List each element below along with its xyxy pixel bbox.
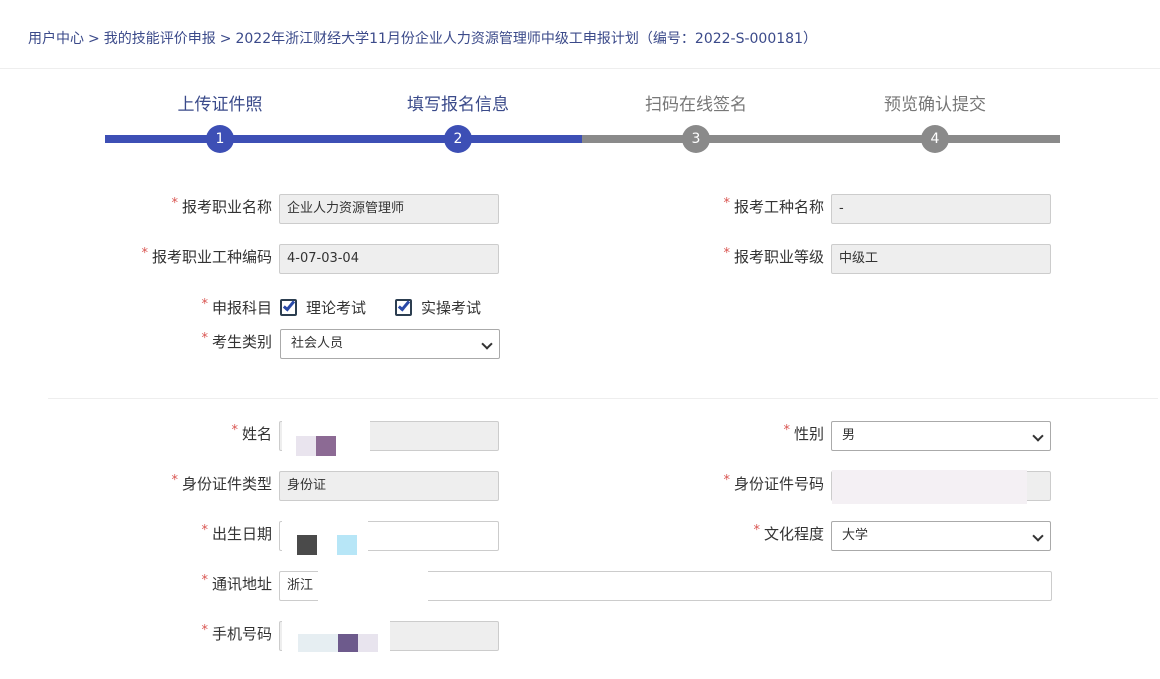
address-label: * 通讯地址 bbox=[201, 573, 272, 593]
redaction-mask bbox=[337, 535, 357, 555]
breadcrumb-separator: > bbox=[88, 31, 100, 47]
breadcrumb-my-applications[interactable]: 我的技能评价申报 bbox=[104, 31, 216, 47]
id-type-field: 身份证 bbox=[279, 471, 499, 501]
birth-date-label: * 出生日期 bbox=[201, 523, 272, 543]
redaction-mask bbox=[358, 634, 378, 652]
required-mark: * bbox=[231, 423, 238, 438]
redaction-mask bbox=[296, 436, 316, 456]
step-dot-2: 2 bbox=[444, 125, 472, 153]
candidate-type-select[interactable]: 社会人员 bbox=[280, 329, 500, 359]
progress-track-todo bbox=[582, 135, 1060, 143]
practical-exam-label: 实操考试 bbox=[421, 299, 482, 317]
education-value: 大学 bbox=[842, 528, 869, 543]
chevron-down-icon bbox=[1032, 530, 1044, 542]
candidate-type-value: 社会人员 bbox=[291, 336, 344, 351]
theory-exam-checkbox[interactable] bbox=[280, 298, 297, 316]
job-type-name-field: - bbox=[831, 194, 1051, 224]
chevron-down-icon bbox=[1032, 430, 1044, 442]
phone-label: * 手机号码 bbox=[201, 623, 272, 643]
gender-label: * 性别 bbox=[783, 423, 824, 443]
step-dot-4: 4 bbox=[921, 125, 949, 153]
gender-select[interactable]: 男 bbox=[831, 421, 1051, 451]
id-type-label: * 身份证件类型 bbox=[171, 473, 272, 493]
job-type-code-label: * 报考职业工种编码 bbox=[141, 246, 272, 266]
progress-track-done bbox=[105, 135, 582, 143]
practical-exam-checkbox[interactable] bbox=[395, 298, 412, 316]
redaction-mask bbox=[338, 634, 358, 652]
candidate-type-label: * 考生类别 bbox=[201, 331, 272, 351]
occupation-level-label: * 报考职业等级 bbox=[723, 246, 824, 266]
job-type-name-label: * 报考工种名称 bbox=[723, 196, 824, 216]
checkmark-icon bbox=[397, 298, 411, 312]
required-mark: * bbox=[723, 246, 730, 261]
id-number-label: * 身份证件号码 bbox=[723, 473, 824, 493]
step-dot-1: 1 bbox=[206, 125, 234, 153]
header-divider bbox=[0, 68, 1160, 69]
job-type-code-field: 4-07-03-04 bbox=[279, 244, 499, 274]
required-mark: * bbox=[723, 473, 730, 488]
gender-value: 男 bbox=[842, 428, 856, 443]
required-mark: * bbox=[201, 573, 208, 588]
name-label: * 姓名 bbox=[231, 423, 272, 443]
step-dot-3: 3 bbox=[682, 125, 710, 153]
required-mark: * bbox=[201, 523, 208, 538]
step-label-scan-sign: 扫码在线签名 bbox=[645, 95, 747, 115]
step-label-upload-photo: 上传证件照 bbox=[177, 95, 263, 115]
occupation-name-label: * 报考职业名称 bbox=[171, 196, 272, 216]
breadcrumb-separator: > bbox=[219, 31, 232, 47]
required-mark: * bbox=[723, 196, 730, 211]
redaction-mask bbox=[297, 535, 317, 555]
chevron-down-icon bbox=[481, 338, 493, 350]
required-mark: * bbox=[171, 196, 178, 211]
checkmark-icon bbox=[282, 298, 296, 312]
required-mark: * bbox=[201, 297, 208, 312]
redaction-mask bbox=[298, 634, 338, 652]
required-mark: * bbox=[783, 423, 790, 438]
subjects-label: * 申报科目 bbox=[201, 297, 272, 317]
breadcrumb-current-plan: 2022年浙江财经大学11月份企业人力资源管理师中级工申报计划（编号：2022-… bbox=[235, 31, 817, 47]
occupation-name-field: 企业人力资源管理师 bbox=[279, 194, 499, 224]
occupation-level-field: 中级工 bbox=[831, 244, 1051, 274]
required-mark: * bbox=[753, 523, 760, 538]
education-label: * 文化程度 bbox=[753, 523, 824, 543]
breadcrumb: 用户中心 > 我的技能评价申报 >2022年浙江财经大学11月份企业人力资源管理师中级… bbox=[28, 28, 817, 48]
required-mark: * bbox=[141, 246, 148, 261]
step-label-preview-submit: 预览确认提交 bbox=[884, 95, 986, 115]
theory-exam-label: 理论考试 bbox=[306, 299, 367, 317]
required-mark: * bbox=[201, 331, 208, 346]
redaction-mask bbox=[316, 436, 336, 456]
required-mark: * bbox=[171, 473, 178, 488]
required-mark: * bbox=[201, 623, 208, 638]
section-divider bbox=[48, 398, 1158, 399]
education-select[interactable]: 大学 bbox=[831, 521, 1051, 551]
redaction-mask bbox=[832, 470, 1027, 504]
redaction-mask bbox=[318, 566, 428, 606]
step-label-fill-info: 填写报名信息 bbox=[407, 95, 509, 115]
step-progress: 上传证件照 填写报名信息 扫码在线签名 预览确认提交 1 2 3 4 bbox=[105, 88, 1060, 158]
breadcrumb-user-center[interactable]: 用户中心 bbox=[28, 31, 84, 47]
